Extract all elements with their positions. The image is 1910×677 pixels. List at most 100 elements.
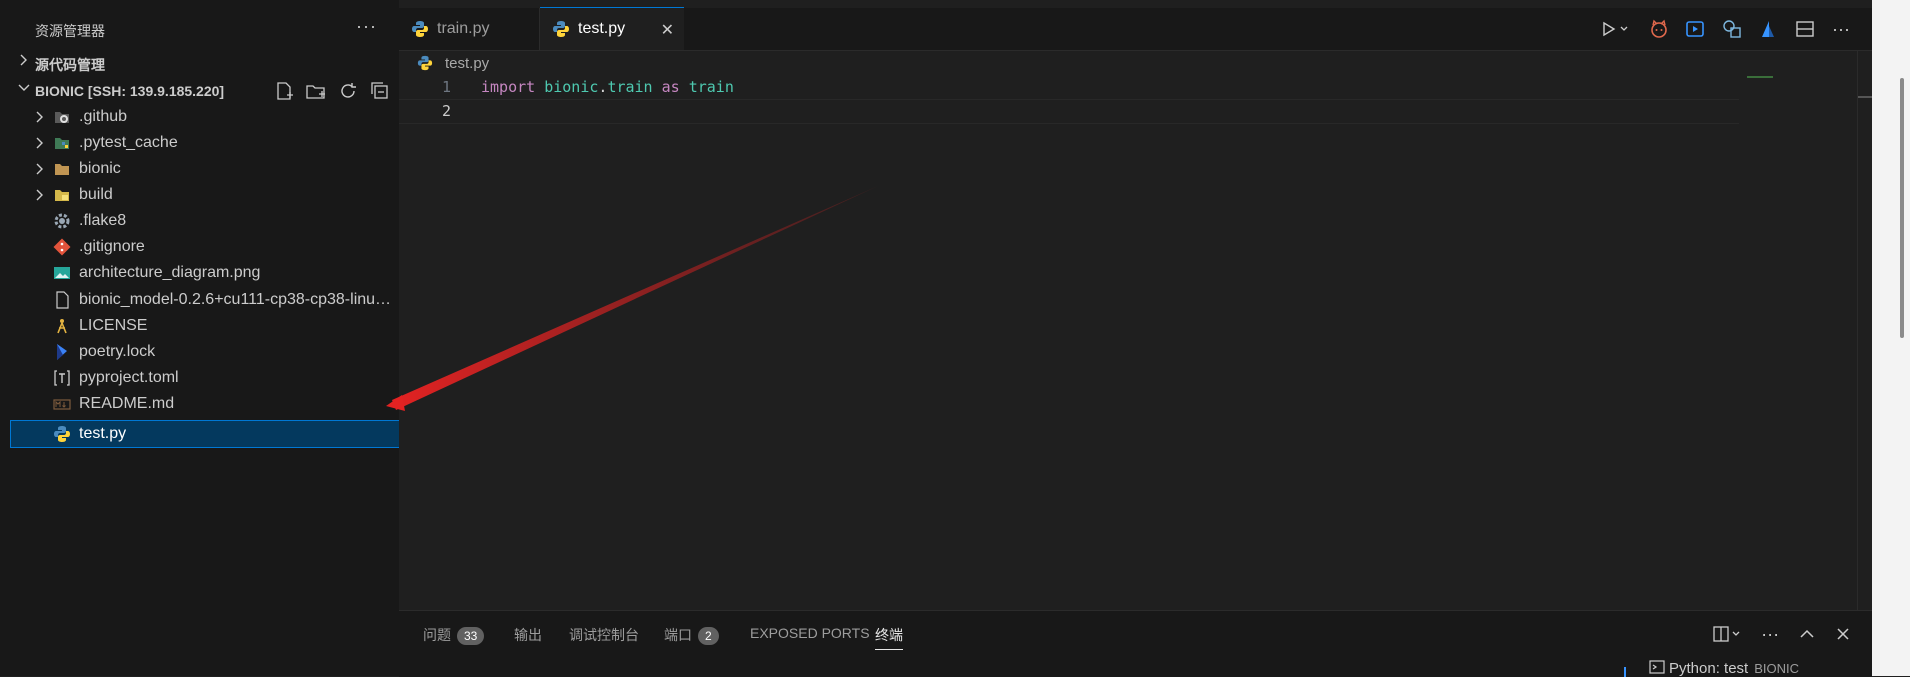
breadcrumb-file[interactable]: test.py — [445, 55, 489, 72]
panel-tab-problems[interactable]: 问题 33 — [423, 625, 485, 645]
tree-item-bionic[interactable]: bionic — [11, 156, 399, 182]
tree-item-label: LICENSE — [79, 317, 148, 334]
chevron-right-icon — [36, 189, 43, 201]
tree-item-github[interactable]: .github — [11, 104, 399, 130]
github-folder-icon — [55, 112, 69, 123]
tree-item-bionic-model-wheel[interactable]: bionic_model-0.2.6+cu111-cp38-cp38-linux… — [11, 287, 399, 313]
panel-tab-label: 调试控制台 — [569, 627, 639, 643]
more-actions-icon[interactable]: ··· — [1830, 18, 1852, 40]
more-actions-button[interactable]: ··· — [356, 16, 377, 37]
python-icon — [417, 55, 433, 71]
panel-tab-label: 问题 — [423, 627, 451, 643]
tree-item-label: bionic — [79, 160, 121, 177]
collapse-all-icon[interactable] — [369, 80, 391, 102]
tree-item-pyproject[interactable]: pyproject.toml — [11, 365, 399, 391]
sidebar-title: 资源管理器 — [35, 23, 105, 39]
new-file-icon[interactable] — [273, 80, 295, 102]
tree-item-label: .flake8 — [79, 212, 127, 229]
latex-icon[interactable] — [1757, 18, 1779, 40]
terminal-list-item[interactable]: Python: test BIONIC — [1649, 659, 1799, 677]
more-actions-icon[interactable]: ··· — [1759, 623, 1781, 645]
ports-count-badge: 2 — [698, 627, 719, 645]
panel-tab-debug-console[interactable]: 调试控制台 — [569, 625, 639, 645]
chevron-right-icon — [36, 163, 43, 175]
close-panel-icon[interactable] — [1832, 623, 1854, 645]
explorer-sidebar: 资源管理器 ··· 源代码管理 BIONIC [SSH: 139.9.185.2… — [10, 0, 400, 676]
editor-tab-bar: train.py test.py ✕ ··· — [399, 7, 1872, 51]
chevron-down-icon — [18, 84, 30, 91]
tree-item-test-py[interactable]: test.py — [10, 420, 400, 448]
tree-item-gitignore[interactable]: .gitignore — [11, 234, 399, 260]
code-token: train — [607, 78, 653, 96]
refresh-icon[interactable] — [337, 80, 359, 102]
tree-item-pytest-cache[interactable]: .pytest_cache — [11, 130, 399, 156]
tree-item-architecture-diagram[interactable]: architecture_diagram.png — [11, 260, 399, 286]
code-line-1[interactable]: 1 import bionic.train as train — [399, 76, 1739, 99]
compare-icon[interactable] — [1721, 18, 1743, 40]
source-control-section[interactable]: 源代码管理 — [11, 50, 399, 76]
tree-item-label: poetry.lock — [79, 343, 156, 360]
panel-tab-terminal[interactable]: 终端 — [875, 625, 903, 650]
tree-item-build[interactable]: build — [11, 182, 399, 208]
code-token: as — [661, 78, 680, 96]
explorer-actions — [267, 80, 391, 102]
close-tab-button[interactable]: ✕ — [661, 20, 674, 40]
tree-item-label: README.md — [79, 395, 175, 412]
active-tab-underline — [875, 649, 903, 650]
window-scrollbar[interactable] — [1900, 78, 1904, 338]
tab-label: test.py — [578, 20, 626, 37]
tree-item-label: .pytest_cache — [79, 134, 178, 151]
file-icon — [56, 291, 69, 309]
split-editor-icon[interactable] — [1794, 18, 1816, 40]
explorer-section-header[interactable]: BIONIC [SSH: 139.9.185.220] — [11, 78, 399, 104]
preview-play-icon[interactable] — [1684, 18, 1706, 40]
git-icon — [53, 238, 71, 256]
terminal-name: Python: test — [1669, 660, 1749, 677]
tab-train-py[interactable]: train.py — [399, 8, 540, 50]
scroll-thumb[interactable] — [1858, 96, 1872, 98]
toml-icon — [54, 370, 70, 386]
chevron-right-icon — [36, 111, 43, 123]
editor-scrollbar[interactable] — [1857, 50, 1872, 610]
panel-tab-label: 端口 — [664, 627, 692, 643]
tree-item-readme[interactable]: README.md — [11, 391, 399, 417]
panel-tab-ports[interactable]: 端口 2 — [664, 625, 719, 645]
run-dropdown-icon[interactable] — [1599, 18, 1633, 40]
line-number: 2 — [441, 102, 451, 120]
python-icon — [412, 21, 428, 37]
build-folder-icon — [55, 190, 69, 201]
terminal-icon — [1649, 660, 1665, 674]
copilot-cat-icon[interactable] — [1648, 18, 1670, 40]
tree-item-label: bionic_model-0.2.6+cu111-cp38-cp38-linux… — [79, 291, 397, 308]
source-control-label: 源代码管理 — [35, 57, 105, 73]
split-terminal-dropdown-icon[interactable] — [1711, 623, 1745, 645]
panel-tab-label: EXPOSED PORTS — [750, 625, 870, 641]
code-token: train — [688, 78, 734, 96]
tree-item-poetry-lock[interactable]: poetry.lock — [11, 339, 399, 365]
panel-tab-output[interactable]: 输出 — [514, 625, 542, 645]
problems-count-badge: 33 — [457, 627, 485, 645]
tree-item-license[interactable]: LICENSE — [11, 313, 399, 339]
license-icon — [57, 319, 67, 334]
tree-item-label: build — [79, 186, 113, 203]
bottom-panel: 问题 33 输出 调试控制台 端口 2 EXPOSED PORTS 终端 ··· P… — [399, 610, 1872, 677]
folder-icon — [55, 164, 69, 175]
minimap[interactable] — [1747, 76, 1773, 78]
maximize-panel-icon[interactable] — [1796, 623, 1818, 645]
new-folder-icon[interactable] — [305, 80, 327, 102]
code-line-2[interactable]: 2 — [399, 99, 1739, 124]
code-token: bionic — [544, 78, 599, 96]
editor-area: train.py test.py ✕ ··· test.py 1 import … — [399, 0, 1872, 610]
python-icon — [54, 426, 70, 442]
tab-test-py[interactable]: test.py ✕ — [540, 7, 684, 50]
tree-item-flake8[interactable]: .flake8 — [11, 208, 399, 234]
adjacent-window-edge — [1872, 0, 1910, 676]
panel-tab-exposed-ports[interactable]: EXPOSED PORTS — [750, 625, 870, 641]
tree-item-label: test.py — [79, 425, 127, 442]
pytest-folder-icon — [55, 138, 69, 149]
code-token: import — [481, 78, 536, 96]
line-text[interactable]: import bionic.train as train — [481, 78, 734, 96]
